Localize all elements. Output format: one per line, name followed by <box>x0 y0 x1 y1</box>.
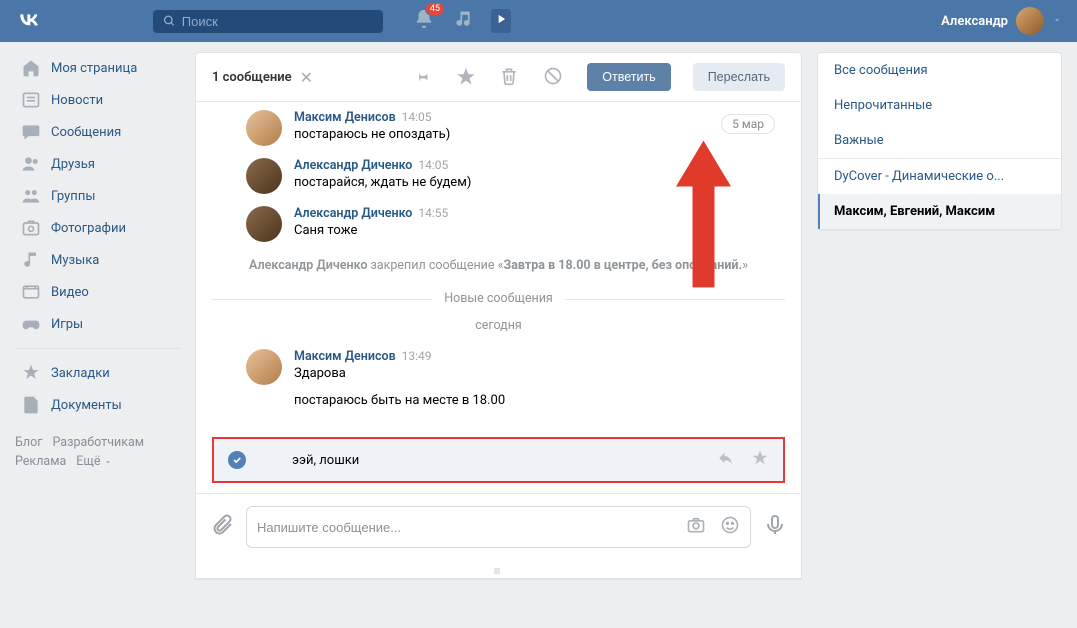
nav-my-page[interactable]: Моя страница <box>15 52 180 84</box>
camera-icon[interactable] <box>686 515 706 539</box>
message-input-row <box>196 493 801 560</box>
header-icons: 45 <box>413 8 511 34</box>
folder-unread[interactable]: Непрочитанные <box>818 88 1061 123</box>
chevron-down-icon <box>1052 14 1062 29</box>
notif-badge: 45 <box>425 2 445 16</box>
clear-selection-icon[interactable]: ✕ <box>300 68 313 87</box>
message-item[interactable]: Александр Диченко14:05 постарайся, ждать… <box>212 152 785 200</box>
date-pill: 5 мар <box>721 114 775 134</box>
messages-list: Максим Денисов14:05 постараюсь не опозда… <box>196 102 801 493</box>
selected-message-text: ээй, лошки <box>292 453 359 468</box>
search-input[interactable] <box>153 10 383 33</box>
message-field[interactable] <box>257 520 686 535</box>
footer-blog[interactable]: Блог <box>15 435 42 450</box>
emoji-icon[interactable] <box>720 515 740 539</box>
message-item[interactable]: Максим Денисов14:05 постараюсь не опозда… <box>212 108 785 152</box>
nav-music[interactable]: Музыка <box>15 244 180 276</box>
chat-header: 1 сообщение ✕ Ответить Переслать <box>196 53 801 102</box>
nav-groups[interactable]: Группы <box>15 180 180 212</box>
folder-chat-2[interactable]: Максим, Евгений, Максим <box>818 194 1061 229</box>
left-nav: Моя страница Новости Сообщения Друзья Гр… <box>15 52 180 579</box>
folder-chat-1[interactable]: DyCover - Динамические о... <box>818 159 1061 194</box>
video-icon[interactable] <box>491 9 511 33</box>
message-item[interactable]: Максим Денисов13:49 Здарова <box>212 343 785 391</box>
selection-count: 1 сообщение <box>212 70 292 85</box>
new-messages-divider: Новые сообщения <box>212 291 785 306</box>
vk-logo[interactable] <box>15 5 43 37</box>
footer-dev[interactable]: Разработчикам <box>52 435 144 450</box>
top-header: 45 Александр <box>0 0 1077 42</box>
footer-more[interactable]: Ещё <box>76 454 111 469</box>
nav-bookmarks[interactable]: Закладки <box>15 357 180 389</box>
message-input[interactable] <box>246 506 751 548</box>
spam-icon[interactable] <box>543 66 565 88</box>
music-icon[interactable] <box>453 9 473 33</box>
folders-panel: Все сообщения Непрочитанные Важные DyCov… <box>817 52 1062 230</box>
footer-links: Блог Разработчикам Реклама Ещё <box>15 435 180 469</box>
selected-message[interactable]: ээй, лошки <box>212 437 785 483</box>
mic-icon[interactable] <box>763 513 787 541</box>
nav-photos[interactable]: Фотографии <box>15 212 180 244</box>
check-icon <box>228 451 246 469</box>
forward-button[interactable]: Переслать <box>693 63 785 91</box>
folder-important[interactable]: Важные <box>818 123 1061 158</box>
reply-button[interactable]: Ответить <box>587 63 670 91</box>
star-icon[interactable] <box>455 66 477 88</box>
pin-icon[interactable] <box>411 66 433 88</box>
pinned-system-message: Александр Диченко закрепил сообщение «За… <box>212 248 785 283</box>
trash-icon[interactable] <box>499 66 521 88</box>
nav-friends[interactable]: Друзья <box>15 148 180 180</box>
date-label: сегодня <box>212 314 785 343</box>
star-icon[interactable] <box>751 449 769 471</box>
resize-handle-icon[interactable]: ≡ <box>196 560 801 578</box>
footer-ads[interactable]: Реклама <box>15 454 66 469</box>
message-item[interactable]: постараюсь быть на месте в 18.00 <box>212 391 785 433</box>
nav-news[interactable]: Новости <box>15 84 180 116</box>
folder-all[interactable]: Все сообщения <box>818 53 1061 88</box>
chat-panel: 1 сообщение ✕ Ответить Переслать Максим … <box>195 52 802 579</box>
username: Александр <box>941 14 1008 29</box>
nav-games[interactable]: Игры <box>15 308 180 340</box>
search-field[interactable] <box>182 14 373 29</box>
reply-icon[interactable] <box>717 449 735 471</box>
user-menu[interactable]: Александр <box>941 7 1062 35</box>
notifications-icon[interactable]: 45 <box>413 8 435 34</box>
nav-documents[interactable]: Документы <box>15 389 180 421</box>
attach-icon[interactable] <box>210 513 234 541</box>
nav-video[interactable]: Видео <box>15 276 180 308</box>
avatar <box>1016 7 1044 35</box>
message-item[interactable]: Александр Диченко14:55 Саня тоже <box>212 200 785 248</box>
nav-messages[interactable]: Сообщения <box>15 116 180 148</box>
